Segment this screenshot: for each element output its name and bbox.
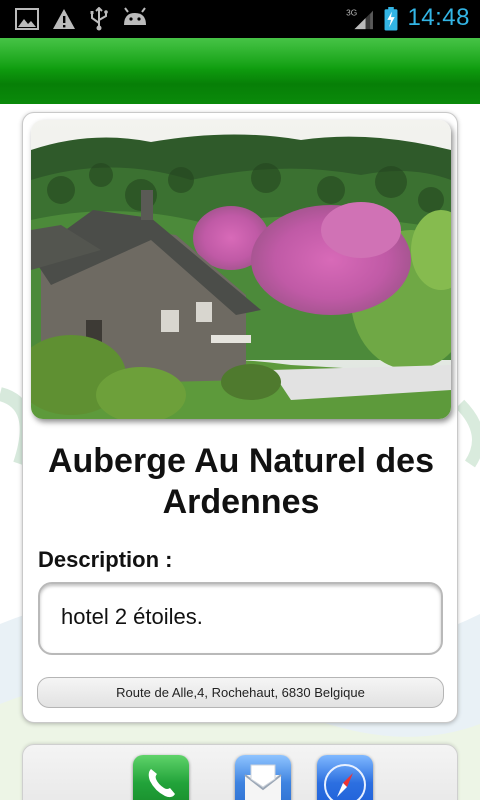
network-type: 3G xyxy=(346,7,357,17)
actions-card xyxy=(22,744,458,800)
mail-icon xyxy=(235,755,291,800)
description-box: hotel 2 étoiles. xyxy=(38,582,443,655)
description-label: Description : xyxy=(38,547,173,572)
compass-icon xyxy=(317,755,373,800)
status-bar: 3G 14:48 xyxy=(0,0,480,38)
address-text: Route de Alle,4, Rochehaut, 6830 Belgiqu… xyxy=(116,685,365,700)
hotel-title: Auberge Au Naturel des Ardennes xyxy=(47,442,435,521)
address-bar[interactable]: Route de Alle,4, Rochehaut, 6830 Belgiqu… xyxy=(37,677,444,708)
hotel-photo xyxy=(31,120,451,419)
phone-icon xyxy=(133,755,189,800)
email-button[interactable] xyxy=(235,755,291,800)
action-bar xyxy=(0,38,480,104)
hotel-card: Auberge Au Naturel des Ardennes Descript… xyxy=(22,112,458,723)
website-button[interactable] xyxy=(317,755,373,800)
warning-icon xyxy=(53,9,75,29)
call-button[interactable] xyxy=(133,755,189,800)
signal-icon: 3G xyxy=(346,7,373,30)
clock: 14:48 xyxy=(407,4,470,31)
android-debug-icon xyxy=(124,7,146,25)
battery-charging-icon xyxy=(384,7,398,31)
description-text: hotel 2 étoiles. xyxy=(61,604,203,629)
image-icon xyxy=(15,8,39,30)
usb-icon xyxy=(90,7,108,31)
